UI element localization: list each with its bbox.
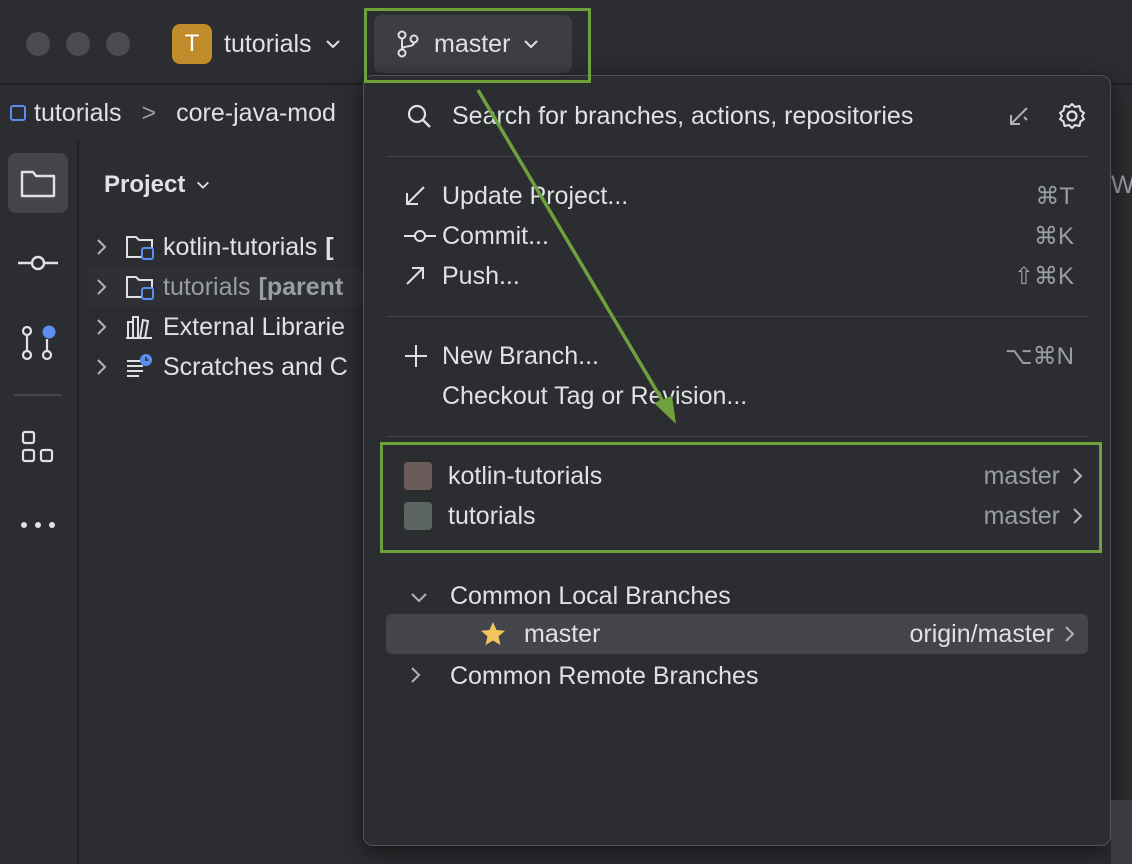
checkout-tag-item[interactable]: Checkout Tag or Revision... [404,376,1074,416]
commit-tool-button[interactable] [8,233,68,293]
project-widget[interactable]: T tutorials [172,24,342,64]
zoom-window-button[interactable] [106,32,130,56]
pull-request-icon [21,325,56,361]
shortcut-label: ⇧⌘K [1013,262,1074,290]
tree-item-label: tutorials [163,272,251,301]
chevron-down-icon [325,40,340,49]
collapse-icon[interactable] [1008,105,1030,127]
tree-item-tutorials[interactable]: tutorials [parent [89,267,379,307]
menu-item-label: New Branch... [442,341,600,370]
menu-item-label: Commit... [442,221,549,250]
plus-icon [404,344,442,368]
tree-item-kotlin-tutorials[interactable]: kotlin-tutorials [ [89,227,379,267]
tree-item-label: External Librarie [163,312,346,341]
commit-icon [404,228,442,244]
project-tool-button[interactable] [8,153,68,213]
update-project-item[interactable]: Update Project... ⌘T [404,176,1074,216]
breadcrumb-separator: > [141,98,157,127]
menu-item-label: Update Project... [442,181,629,210]
chevron-right-icon[interactable] [89,238,115,256]
shortcut-label: ⌘K [1033,222,1074,250]
group-label: Common Remote Branches [450,661,759,690]
close-window-button[interactable] [26,32,50,56]
library-icon [125,314,157,340]
pull-requests-tool-button[interactable] [8,313,68,373]
chevron-right-icon[interactable] [89,358,115,376]
chevron-right-icon[interactable] [89,278,115,296]
module-folder-icon [125,273,157,301]
highlight-box [380,442,1102,553]
structure-icon [21,430,54,463]
minimize-window-button[interactable] [66,32,90,56]
tool-window-strip [0,141,78,864]
common-remote-branches-group[interactable]: Common Remote Branches [410,656,758,696]
branch-name: master [524,619,601,648]
tree-item-suffix: [parent [258,272,344,301]
breadcrumb-item[interactable]: core-java-mod [176,99,336,128]
gear-icon[interactable] [1058,102,1086,130]
menu-item-label: Push... [442,261,520,290]
panel-title-label: Project [104,171,186,198]
update-icon [404,185,442,207]
popup-separator [386,316,1088,317]
project-avatar: T [172,24,212,64]
chevron-down-icon [197,181,210,189]
menu-item-label: Checkout Tag or Revision... [442,381,748,410]
commit-item[interactable]: Commit... ⌘K [404,216,1074,256]
breadcrumb-item[interactable]: tutorials [34,99,122,128]
more-icon [21,522,55,528]
structure-tool-button[interactable] [8,417,68,477]
new-branch-item[interactable]: New Branch... ⌥⌘N [404,336,1074,376]
commit-icon [18,255,58,271]
tracking-branch: origin/master [909,619,1055,648]
chevron-right-icon [410,662,450,691]
editor-tab-edge: W [1111,171,1132,199]
shortcut-label: ⌘T [1035,182,1074,210]
tree-item-scratches[interactable]: Scratches and C [89,347,379,387]
search-placeholder: Search for branches, actions, repositori… [452,101,914,130]
folder-icon [20,170,56,198]
scratches-icon [125,353,157,381]
tree-item-external-libraries[interactable]: External Librarie [89,307,379,347]
popup-separator [386,436,1088,437]
tree-item-suffix: [ [325,232,334,261]
push-item[interactable]: Push... ⇧⌘K [404,256,1074,296]
editor-scroll-region [1111,800,1132,864]
strip-divider [14,394,62,396]
common-local-branches-group[interactable]: Common Local Branches [410,576,731,616]
module-folder-icon [125,233,157,261]
chevron-down-icon [410,582,450,611]
star-icon [481,622,505,645]
branch-item-master[interactable]: master origin/master [386,614,1088,654]
highlight-box [364,8,591,83]
more-tools-button[interactable] [8,495,68,555]
popup-separator [386,156,1088,157]
group-label: Common Local Branches [450,581,731,610]
module-icon [10,105,26,121]
branch-search-field[interactable]: Search for branches, actions, repositori… [406,98,1086,134]
tree-item-label: Scratches and C [163,352,348,381]
search-icon [407,104,431,128]
project-panel-title[interactable]: Project [104,171,211,199]
tree-item-label: kotlin-tutorials [163,232,318,261]
project-name: tutorials [224,29,312,58]
shortcut-label: ⌥⌘N [1005,342,1074,370]
chevron-right-icon [1065,626,1075,642]
chevron-right-icon[interactable] [89,318,115,336]
push-icon [404,265,442,287]
